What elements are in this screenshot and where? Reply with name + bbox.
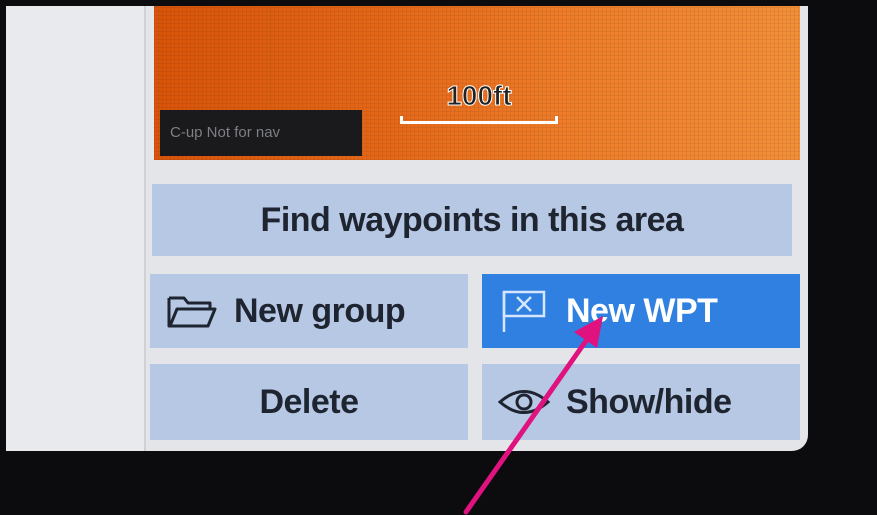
show-hide-label: Show/hide <box>566 382 732 421</box>
device-screen: C-up Not for nav 100ft Find waypoints in… <box>6 6 808 451</box>
delete-button[interactable]: Delete <box>150 364 468 440</box>
chart-map[interactable]: C-up Not for nav 100ft <box>154 6 800 160</box>
find-waypoints-label: Find waypoints in this area <box>260 200 684 239</box>
find-waypoints-button[interactable]: Find waypoints in this area <box>152 184 792 256</box>
show-hide-button[interactable]: Show/hide <box>482 364 800 440</box>
scale-bar <box>400 116 558 124</box>
folder-icon <box>166 292 218 330</box>
photo-frame: C-up Not for nav 100ft Find waypoints in… <box>0 0 877 515</box>
new-group-button[interactable]: New group <box>150 274 468 348</box>
new-group-label: New group <box>234 291 406 330</box>
new-wpt-label: New WPT <box>566 291 718 330</box>
scale-label: 100ft <box>446 80 512 112</box>
flag-icon <box>500 288 550 334</box>
map-status-box: C-up Not for nav <box>160 110 362 156</box>
new-wpt-button[interactable]: New WPT <box>482 274 800 348</box>
map-scale: 100ft <box>400 80 558 126</box>
left-panel <box>6 6 146 451</box>
eye-icon <box>498 385 550 419</box>
delete-label: Delete <box>259 382 359 421</box>
